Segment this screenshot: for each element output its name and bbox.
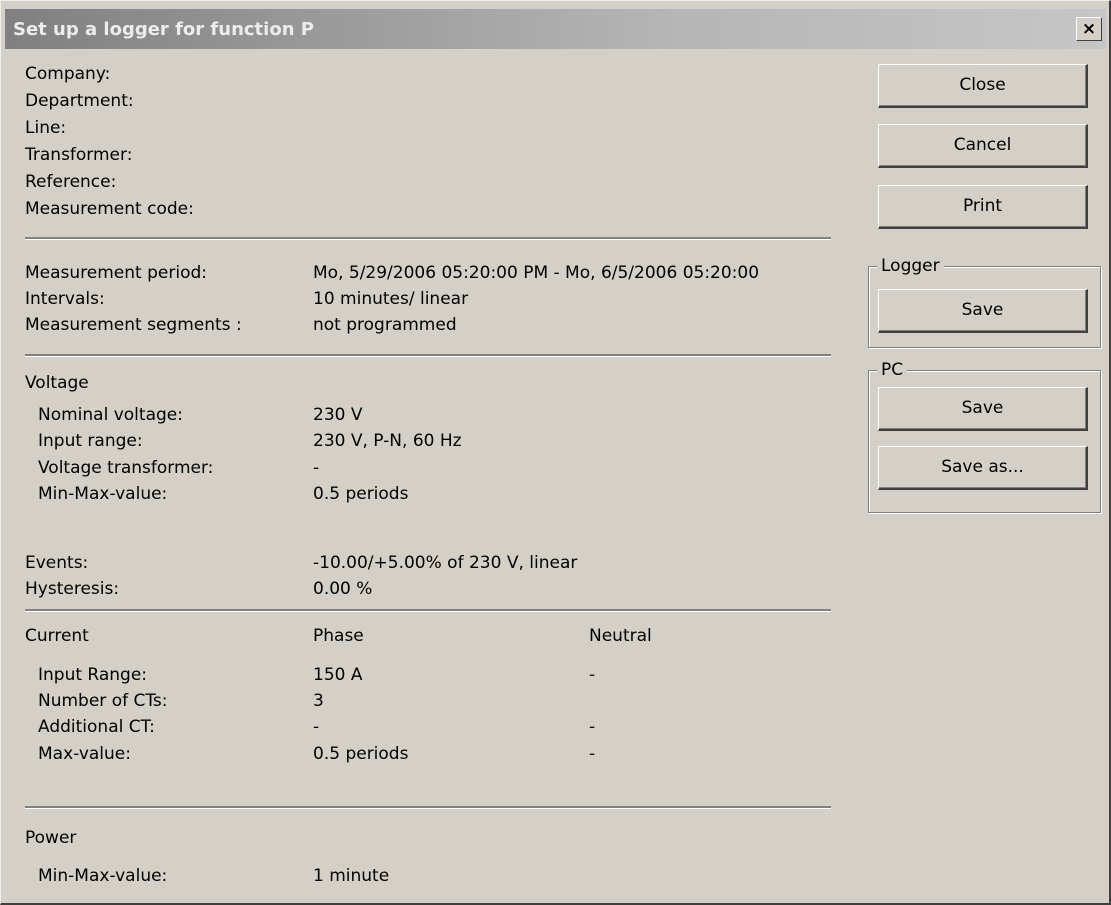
close-window-button[interactable]: × [1076, 17, 1102, 41]
separator [25, 237, 831, 240]
measurement-period-value: Mo, 5/29/2006 05:20:00 PM - Mo, 6/5/2006… [313, 263, 760, 283]
intervals-value: 10 minutes/ linear [313, 289, 469, 309]
current-input-range-neutral: - [589, 665, 596, 685]
reference-label: Reference: [25, 172, 117, 192]
voltage-heading: Voltage [25, 373, 89, 393]
department-label: Department: [25, 91, 134, 111]
close-button[interactable]: Close [878, 64, 1088, 108]
voltage-min-max-label: Min-Max-value: [38, 484, 168, 504]
additional-ct-label: Additional CT: [38, 717, 155, 737]
measurement-segments-label: Measurement segments : [25, 315, 242, 335]
current-input-range-label: Input Range: [38, 665, 148, 685]
logger-group: Logger Save [868, 256, 1101, 348]
nominal-voltage-value: 230 V [313, 405, 363, 425]
current-input-range-phase: 150 A [313, 665, 363, 685]
input-range-label: Input range: [38, 431, 143, 451]
max-value-neutral: - [589, 744, 596, 764]
transformer-label: Transformer: [25, 145, 133, 165]
close-icon: × [1081, 19, 1097, 39]
logger-setup-dialog: Set up a logger for function P × Company… [0, 0, 1111, 905]
measurement-segments-value: not programmed [313, 315, 457, 335]
company-label: Company: [25, 64, 111, 84]
cancel-button[interactable]: Cancel [878, 124, 1088, 168]
neutral-column-header: Neutral [589, 626, 652, 646]
nominal-voltage-label: Nominal voltage: [38, 405, 183, 425]
additional-ct-phase: - [313, 717, 320, 737]
max-value-phase: 0.5 periods [313, 744, 409, 764]
separator [25, 806, 831, 809]
measurement-code-label: Measurement code: [25, 199, 194, 219]
pc-save-as-button[interactable]: Save as... [878, 446, 1088, 490]
input-range-value: 230 V, P-N, 60 Hz [313, 431, 462, 451]
window-title: Set up a logger for function P [13, 19, 314, 40]
phase-column-header: Phase [313, 626, 364, 646]
hysteresis-label: Hysteresis: [25, 579, 120, 599]
pc-group-title: PC [877, 360, 908, 380]
events-label: Events: [25, 553, 89, 573]
number-of-cts-phase: 3 [313, 691, 324, 711]
measurement-period-label: Measurement period: [25, 263, 207, 283]
logger-save-button[interactable]: Save [878, 289, 1088, 333]
pc-group: PC Save Save as... [868, 360, 1101, 513]
max-value-label: Max-value: [38, 744, 131, 764]
voltage-transformer-label: Voltage transformer: [38, 458, 214, 478]
separator [25, 609, 831, 612]
print-button[interactable]: Print [878, 185, 1088, 229]
power-min-max-value: 1 minute [313, 866, 390, 886]
separator [25, 354, 831, 357]
logger-group-title: Logger [877, 256, 944, 276]
voltage-transformer-value: - [313, 458, 320, 478]
line-label: Line: [25, 118, 67, 138]
power-heading: Power [25, 828, 77, 848]
pc-save-button[interactable]: Save [878, 387, 1088, 431]
power-min-max-label: Min-Max-value: [38, 866, 168, 886]
current-heading: Current [25, 626, 89, 646]
voltage-min-max-value: 0.5 periods [313, 484, 409, 504]
number-of-cts-label: Number of CTs: [38, 691, 168, 711]
intervals-label: Intervals: [25, 289, 105, 309]
additional-ct-neutral: - [589, 717, 596, 737]
hysteresis-value: 0.00 % [313, 579, 373, 599]
title-bar[interactable]: Set up a logger for function P × [5, 9, 1106, 49]
events-value: -10.00/+5.00% of 230 V, linear [313, 553, 578, 573]
